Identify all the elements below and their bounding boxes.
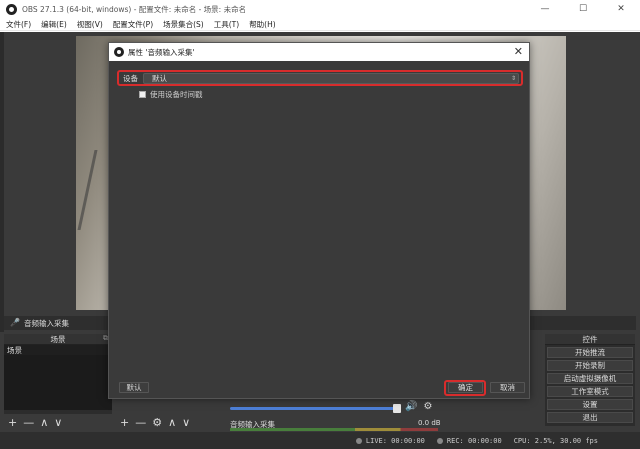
volume-meter: [230, 428, 438, 431]
ok-button[interactable]: 确定: [448, 382, 483, 393]
sources-toolbar: + — ⚙ ∧ ∨: [116, 414, 190, 430]
status-bar: LIVE: 00:00:00 REC: 00:00:00 CPU: 2.5%, …: [0, 432, 640, 449]
defaults-button[interactable]: 默认: [119, 382, 149, 393]
rec-dot-icon: [436, 437, 443, 444]
device-select-value: 默认: [152, 74, 167, 83]
source-settings-icon[interactable]: ⚙: [152, 416, 162, 429]
scenes-toolbar: + — ∧ ∨: [4, 414, 62, 430]
controls-dock-header: 控件: [545, 334, 635, 345]
left-strip: [0, 32, 4, 332]
remove-scene-icon[interactable]: —: [23, 416, 34, 429]
maximize-button[interactable]: ☐: [564, 0, 602, 18]
volume-slider[interactable]: [230, 407, 400, 410]
use-timestamp-label: 使用设备时间戳: [150, 90, 203, 99]
scenes-dock-header: 场景 ⧉: [4, 334, 112, 345]
source-down-icon[interactable]: ∨: [182, 416, 190, 429]
close-button[interactable]: ✕: [602, 0, 640, 18]
use-timestamp-row: 使用设备时间戳: [139, 89, 203, 100]
source-name: 音频输入采集: [24, 318, 69, 328]
start-recording-button[interactable]: 开始录制: [547, 360, 633, 371]
menu-edit[interactable]: 编辑(E): [41, 19, 67, 30]
live-status: LIVE: 00:00:00: [355, 436, 425, 445]
scene-list-item[interactable]: 场景: [4, 345, 112, 355]
settings-button[interactable]: 设置: [547, 399, 633, 410]
live-time: LIVE: 00:00:00: [365, 436, 425, 445]
use-timestamp-checkbox[interactable]: [139, 91, 146, 98]
dialog-obs-logo-icon: [114, 47, 124, 57]
window-title: OBS 27.1.3 (64-bit, windows) - 配置文件: 未命名…: [22, 4, 247, 14]
remove-source-icon[interactable]: —: [135, 416, 146, 429]
menu-view[interactable]: 视图(V): [77, 19, 103, 30]
menu-help[interactable]: 帮助(H): [249, 19, 276, 30]
dialog-title: 属性 '音频输入采集': [128, 47, 195, 57]
scene-list[interactable]: [4, 355, 112, 410]
menu-scene-collection[interactable]: 场景集合(S): [163, 19, 204, 30]
mixer-icons: 🔊 ⚙: [405, 401, 432, 412]
controls-dock-title: 控件: [582, 334, 598, 344]
mixer-db-value: 0.0 dB: [418, 419, 441, 427]
speaker-icon[interactable]: 🔊: [405, 401, 417, 412]
add-scene-icon[interactable]: +: [8, 416, 17, 429]
microphone-icon: 🎤: [10, 318, 20, 327]
live-dot-icon: [355, 437, 362, 444]
cpu-status: CPU: 2.5%, 30.00 fps: [513, 436, 598, 445]
scenes-dock-title: 场景: [50, 334, 66, 344]
window-controls: — ☐ ✕: [526, 0, 640, 18]
minimize-button[interactable]: —: [526, 0, 564, 18]
volume-slider-handle[interactable]: [393, 404, 401, 413]
move-up-icon[interactable]: ∧: [40, 416, 48, 429]
add-source-icon[interactable]: +: [120, 416, 129, 429]
start-streaming-button[interactable]: 开始推流: [547, 347, 633, 358]
properties-dialog: 属性 '音频输入采集' ✕ 设备 默认 ⇕ 使用设备时间戳 默认 确定 取消: [108, 42, 530, 399]
scenes-dock: 场景 ⧉ 场景: [4, 334, 112, 414]
virtual-camera-button[interactable]: 启动虚拟摄像机: [547, 373, 633, 384]
source-up-icon[interactable]: ∧: [168, 416, 176, 429]
menu-bar: 文件(F) 编辑(E) 视图(V) 配置文件(P) 场景集合(S) 工具(T) …: [0, 18, 640, 31]
scene-item-label: 场景: [7, 345, 22, 355]
dialog-body: [109, 61, 529, 398]
main-titlebar: OBS 27.1.3 (64-bit, windows) - 配置文件: 未命名…: [0, 0, 640, 18]
rec-time: REC: 00:00:00: [446, 436, 502, 445]
menu-file[interactable]: 文件(F): [6, 19, 31, 30]
dialog-titlebar: 属性 '音频输入采集' ✕: [109, 43, 529, 61]
menu-profile[interactable]: 配置文件(P): [113, 19, 153, 30]
dialog-close-icon[interactable]: ✕: [514, 45, 523, 58]
obs-logo-icon: [6, 3, 17, 15]
updown-arrow-icon: ⇕: [510, 75, 516, 82]
cancel-button[interactable]: 取消: [490, 382, 525, 393]
rec-status: REC: 00:00:00: [436, 436, 502, 445]
device-row-highlight: 设备 默认 ⇕: [117, 70, 523, 86]
mixer-gear-icon[interactable]: ⚙: [423, 401, 432, 412]
device-label: 设备: [123, 73, 138, 83]
controls-dock: 控件 开始推流 开始录制 启动虚拟摄像机 工作室模式 设置 退出: [545, 334, 635, 426]
move-down-icon[interactable]: ∨: [54, 416, 62, 429]
menu-tools[interactable]: 工具(T): [214, 19, 239, 30]
studio-mode-button[interactable]: 工作室模式: [547, 386, 633, 397]
device-select[interactable]: 默认 ⇕: [143, 73, 519, 84]
exit-button[interactable]: 退出: [547, 412, 633, 423]
